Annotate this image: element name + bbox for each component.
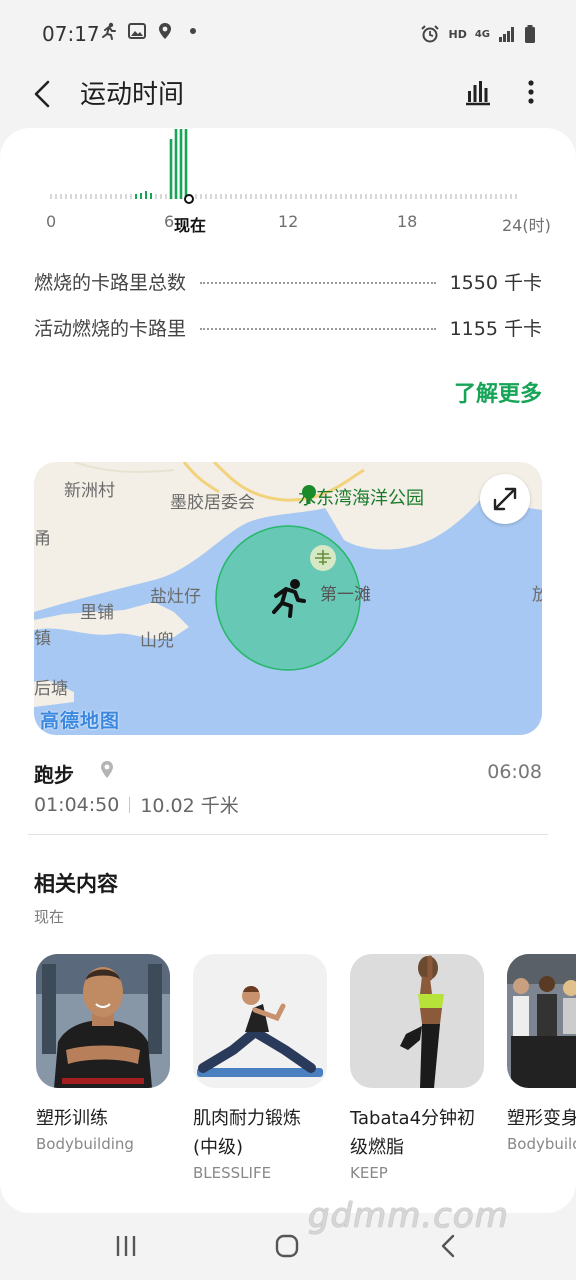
- home-icon[interactable]: [274, 1233, 300, 1259]
- location-pin-icon: [101, 761, 113, 778]
- hourly-bars: [50, 129, 517, 204]
- dotted-leader: [200, 282, 436, 284]
- stat-label: 燃烧的卡路里总数: [34, 271, 187, 294]
- map-provider-logo: 高德地图: [40, 710, 121, 732]
- bar-chart-icon[interactable]: [460, 74, 496, 110]
- related-item[interactable]: 塑形训练 Bodybuilding: [36, 954, 170, 1184]
- map-label: 墨胶居委会: [170, 493, 255, 513]
- exercise-distance: 10.02 千米: [140, 795, 239, 817]
- tree-icon: [302, 485, 316, 504]
- map-label: 新洲村: [64, 481, 115, 501]
- page-title: 运动时间: [80, 80, 185, 110]
- fitness-woman-image: [350, 954, 484, 1088]
- map-label: 第一滩: [320, 585, 371, 605]
- axis-label-18: 18: [397, 212, 418, 231]
- location-icon: [159, 23, 171, 39]
- related-item-name: Tabata4分钟初 级燃脂: [350, 1108, 476, 1158]
- related-item-source: Bodybuilding: [36, 1135, 134, 1153]
- alarm-icon: [421, 25, 440, 43]
- exercise-summary: 01:04:50 10.02 千米: [34, 791, 239, 818]
- related-content-title: 相关内容: [34, 872, 118, 896]
- battery-icon: [525, 25, 535, 43]
- notification-icons: [100, 22, 202, 40]
- related-thumbnail[interactable]: [193, 954, 327, 1088]
- related-thumbnail[interactable]: [507, 954, 576, 1088]
- more-options-icon[interactable]: [518, 74, 544, 110]
- map-label: 里铺: [80, 603, 114, 623]
- related-item-source: BLESSLIFE: [193, 1164, 272, 1182]
- bodybuilder-image: [36, 954, 170, 1088]
- dot-icon: [190, 28, 196, 34]
- expand-map-button[interactable]: [480, 474, 530, 524]
- stat-value: 1155 千卡: [449, 317, 542, 340]
- running-marker-icon: [272, 579, 306, 618]
- related-thumbnail[interactable]: [36, 954, 170, 1088]
- related-item-name: 肌肉耐力锻炼 (中级): [193, 1108, 301, 1158]
- section-divider: [28, 834, 548, 835]
- axis-label-6: 6: [164, 212, 175, 231]
- separator: [129, 796, 131, 813]
- dotted-leader: [200, 328, 436, 330]
- map-label: 甬: [34, 529, 51, 549]
- status-indicators: HD 4G: [420, 24, 536, 44]
- poi-label: 水东湾海洋公园: [298, 484, 424, 510]
- hourly-activity-chart: 0 6 现在 12 18 24(时): [0, 128, 576, 238]
- related-item-name: 塑形变身: [507, 1108, 576, 1129]
- related-content-list: 塑形训练 Bodybuilding 肌肉耐力锻炼 (中级) BLESSLIFE: [36, 954, 576, 1184]
- signal-icon: [499, 27, 514, 42]
- group-fitness-image: [507, 954, 576, 1088]
- exercise-map[interactable]: 新洲村 墨胶居委会 甬 盐灶仔 里铺 镇 山兜 后塘 第一滩 放 水东湾海洋公园…: [34, 462, 542, 735]
- back-arrow-icon[interactable]: [26, 74, 62, 114]
- map-label: 放: [532, 585, 542, 605]
- image-icon: [128, 23, 146, 39]
- current-time-marker: [184, 194, 194, 204]
- map-label: 后塘: [34, 679, 68, 699]
- related-item[interactable]: Tabata4分钟初 级燃脂 KEEP: [350, 954, 484, 1184]
- learn-more-link[interactable]: 了解更多: [454, 376, 542, 408]
- related-item[interactable]: 塑形变身 Bodybuilding: [507, 954, 576, 1184]
- related-item-source: KEEP: [350, 1164, 388, 1182]
- map-label: 山兜: [140, 631, 174, 651]
- status-time: 07:17: [42, 22, 100, 46]
- watermark-text: gdmm.com: [308, 1196, 509, 1236]
- exercise-name[interactable]: 跑步: [34, 759, 74, 788]
- related-item[interactable]: 肌肉耐力锻炼 (中级) BLESSLIFE: [193, 954, 327, 1184]
- expand-icon: [493, 487, 517, 511]
- running-notification-icon: [102, 22, 116, 40]
- status-bar: 07:17 HD 4G: [0, 0, 576, 68]
- app-bar: 运动时间: [0, 68, 576, 124]
- exercise-start-time: 06:08: [487, 761, 542, 783]
- stat-row-active-calories: 活动燃烧的卡路里 1155 千卡: [34, 312, 542, 342]
- network-type: 4G: [474, 28, 490, 40]
- axis-label-24: 24(时): [502, 216, 551, 235]
- stretching-image: [193, 954, 327, 1088]
- related-thumbnail[interactable]: [350, 954, 484, 1088]
- hd-badge: HD: [448, 27, 467, 41]
- activity-card: 0 6 现在 12 18 24(时) 燃烧的卡路里总数 1550 千卡 活动燃烧…: [0, 128, 576, 1213]
- map-label: 镇: [34, 629, 51, 649]
- axis-label-now: 现在: [174, 216, 207, 235]
- stat-row-total-calories: 燃烧的卡路里总数 1550 千卡: [34, 266, 542, 296]
- related-item-name: 塑形训练: [36, 1108, 108, 1129]
- exercise-duration: 01:04:50: [34, 793, 120, 816]
- nav-back-icon[interactable]: [438, 1233, 458, 1259]
- axis-label-0: 0: [46, 212, 57, 231]
- axis-label-12: 12: [278, 212, 299, 231]
- stat-value: 1550 千卡: [449, 271, 542, 294]
- stat-label: 活动燃烧的卡路里: [34, 317, 187, 340]
- recent-apps-icon[interactable]: [114, 1233, 138, 1259]
- related-item-source: Bodybuilding: [507, 1135, 576, 1153]
- related-content-subtitle: 现在: [34, 908, 65, 926]
- map-label: 盐灶仔: [150, 587, 201, 607]
